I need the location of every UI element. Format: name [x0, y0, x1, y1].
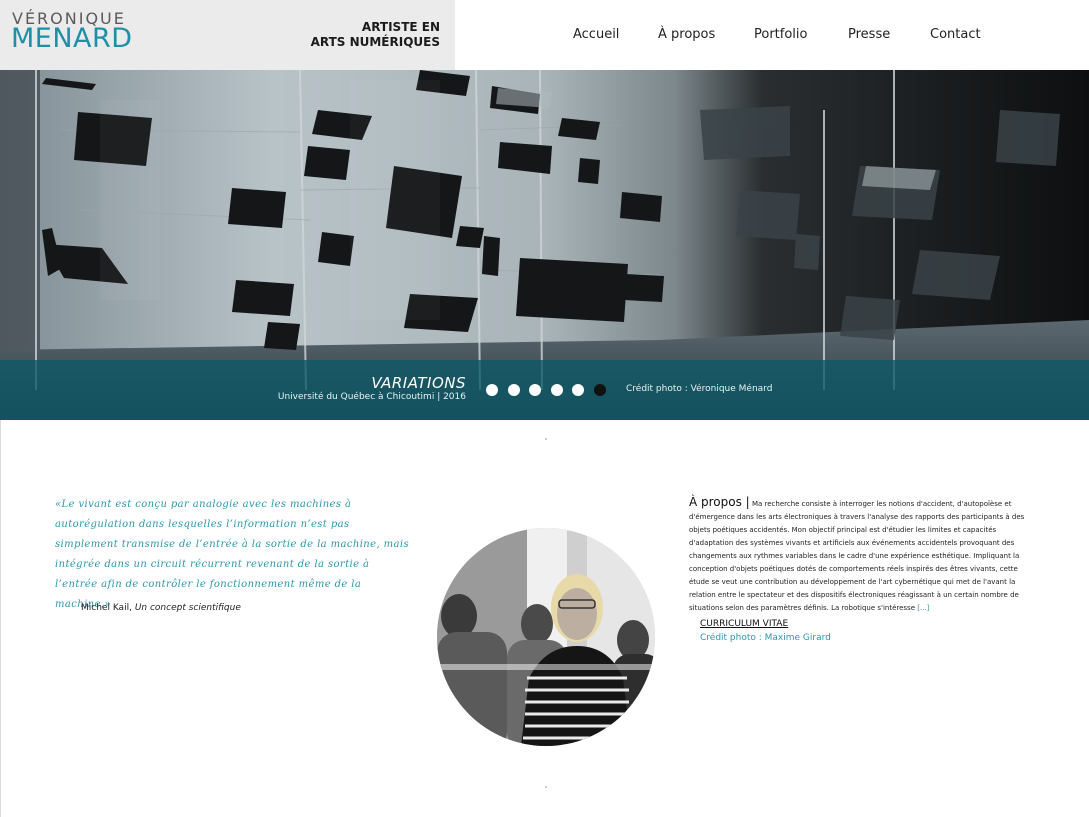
slider-dot-3[interactable]	[529, 384, 541, 396]
nav-item-portfolio[interactable]: Portfolio	[754, 27, 807, 42]
about-paragraph: À propos | Ma recherche consiste à inter…	[689, 496, 1034, 615]
slide-subtitle: Université du Québec à Chicoutimi | 2016	[277, 392, 466, 402]
slider-dot-1[interactable]	[486, 384, 498, 396]
featured-quote: «Le vivant est conçu par analogie avec l…	[55, 499, 409, 610]
nav-item-contact[interactable]: Contact	[930, 27, 981, 42]
divider-dot	[545, 438, 547, 440]
quote-attribution: Michel Kail, Un concept scientifique	[81, 603, 241, 613]
portrait-photo-credit: Crédit photo : Maxime Girard	[700, 633, 831, 643]
logo-last-name: MENARD	[11, 23, 133, 54]
portrait-photo	[437, 528, 655, 746]
nav-item-accueil[interactable]: Accueil	[573, 27, 619, 42]
nav-item-a-propos[interactable]: À propos	[658, 27, 715, 42]
about-section: À propos | Ma recherche consiste à inter…	[689, 496, 1034, 615]
quote-author: Michel Kail,	[81, 603, 135, 613]
slide-caption-bar	[0, 360, 1089, 420]
site-header: VÉRONIQUE MENARD ARTISTE EN ARTS NUMÉRIQ…	[0, 0, 1089, 70]
slide-title[interactable]: VARIATIONS	[371, 374, 466, 392]
about-text: Ma recherche consiste à interroger les n…	[689, 500, 1025, 612]
curriculum-vitae-link[interactable]: CURRICULUM VITAE	[700, 619, 788, 629]
artist-portrait	[437, 528, 655, 746]
tagline-line-2: ARTS NUMÉRIQUES	[310, 35, 440, 49]
slide-photo-credit: Crédit photo : Véronique Ménard	[626, 384, 773, 394]
slider-dot-2[interactable]	[507, 384, 520, 396]
nav-item-presse[interactable]: Presse	[848, 27, 890, 42]
brand-box[interactable]: VÉRONIQUE MENARD ARTISTE EN ARTS NUMÉRIQ…	[0, 0, 455, 70]
divider-dot	[545, 786, 547, 788]
hero-slider[interactable]: VARIATIONS Université du Québec à Chicou…	[0, 70, 1089, 420]
slider-dot-6[interactable]	[593, 384, 606, 396]
read-more-link[interactable]: [...]	[917, 604, 929, 612]
quote-work-title: Un concept scientifique	[134, 603, 241, 613]
slider-dot-5[interactable]	[572, 384, 584, 396]
about-heading: À propos |	[689, 495, 750, 509]
site-tagline: ARTISTE EN ARTS NUMÉRIQUES	[311, 20, 440, 50]
tagline-line-1: ARTISTE EN	[361, 20, 440, 34]
slider-dot-4[interactable]	[550, 384, 563, 396]
